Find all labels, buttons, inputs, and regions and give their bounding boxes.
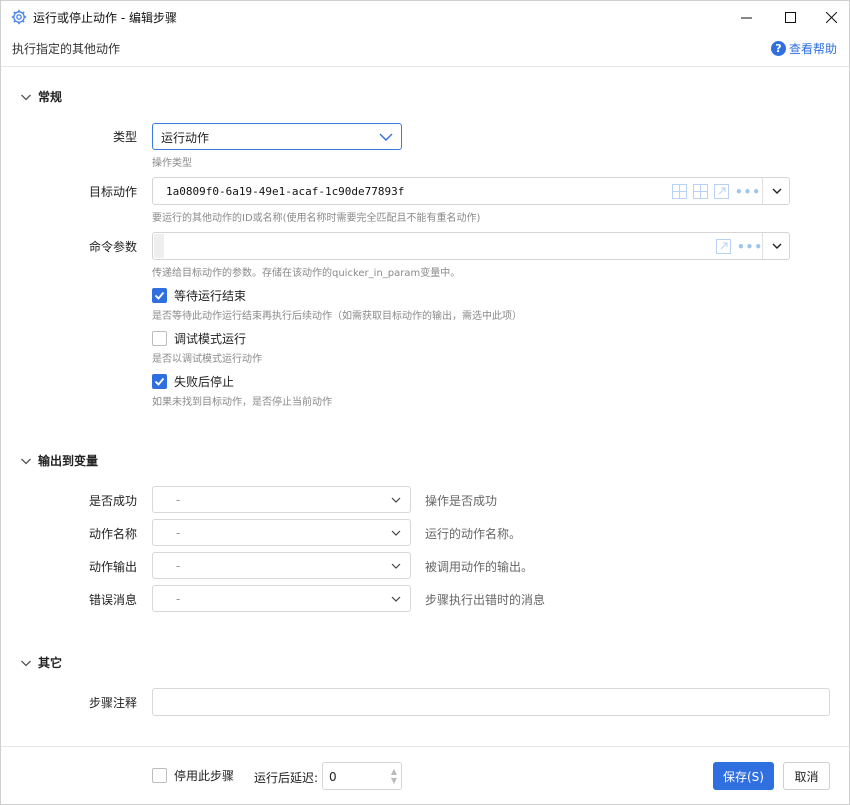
output-desc-name: 运行的动作名称。 — [425, 527, 522, 541]
output-desc-success: 操作是否成功 — [425, 494, 498, 508]
chevron-down-icon — [21, 660, 31, 666]
more-icon[interactable]: ••• — [737, 241, 763, 253]
chevron-down-icon — [391, 530, 401, 536]
output-value: - — [176, 592, 181, 606]
wait-checkbox-row[interactable]: 等待运行结束 — [152, 287, 246, 304]
disable-step-checkbox[interactable] — [152, 768, 167, 783]
disable-step-row[interactable]: 停用此步骤 — [152, 767, 234, 784]
maximize-icon — [784, 11, 796, 23]
params-combo[interactable]: ••• — [152, 232, 790, 260]
params-hint: 传递给目标动作的参数。存储在该动作的quicker_in_param变量中。 — [152, 268, 461, 279]
combo-separator — [762, 178, 763, 204]
output-label-error: 错误消息 — [88, 593, 137, 607]
chevron-down-icon — [379, 133, 393, 141]
close-button[interactable] — [808, 1, 850, 33]
target-action-value: 1a0809f0-6a19-49e1-acaf-1c90de77893f — [166, 185, 405, 198]
type-select-value: 运行动作 — [161, 131, 210, 145]
chevron-down-icon[interactable] — [772, 186, 782, 196]
more-icon[interactable]: ••• — [735, 186, 761, 198]
section-other-header[interactable]: 其它 — [20, 654, 62, 671]
chevron-down-icon — [21, 94, 31, 100]
output-desc-error: 步骤执行出错时的消息 — [425, 593, 546, 607]
delay-label: 运行后延迟: — [254, 771, 319, 785]
type-select[interactable]: 运行动作 — [152, 123, 402, 150]
editor-window: 运行或停止动作 - 编辑步骤 执行指定的其他动作 ? 查看帮助 常规 类型 运行… — [0, 0, 850, 805]
save-button[interactable]: 保存(S) — [713, 762, 774, 790]
chevron-down-icon — [391, 563, 401, 569]
section-output-header[interactable]: 输出到变量 — [20, 452, 98, 469]
output-select-name[interactable]: - — [152, 519, 411, 546]
debug-checkbox-row[interactable]: 调试模式运行 — [152, 330, 246, 347]
target-action-combo[interactable]: 1a0809f0-6a19-49e1-acaf-1c90de77893f ••• — [152, 177, 790, 205]
target-hint: 要运行的其他动作的ID或名称(使用名称时需要完全匹配且不能有重名动作) — [152, 213, 481, 224]
output-select-output[interactable]: - — [152, 552, 411, 579]
debug-label: 调试模式运行 — [174, 332, 247, 346]
chevron-down-icon — [391, 497, 401, 503]
stop-hint: 如果未找到目标动作，是否停止当前动作 — [152, 397, 332, 408]
window-title: 运行或停止动作 - 编辑步骤 — [33, 11, 177, 25]
open-external-icon[interactable] — [714, 184, 729, 199]
footer-divider — [1, 746, 849, 747]
output-label-output: 动作输出 — [88, 560, 137, 574]
delay-stepper[interactable]: 0 ▲ ▼ — [322, 762, 402, 790]
step-note-input[interactable] — [152, 688, 830, 716]
section-general-header[interactable]: 常规 — [20, 88, 62, 105]
chevron-down-icon — [391, 596, 401, 602]
checkmark-icon — [154, 377, 165, 386]
stop-label: 失败后停止 — [174, 375, 235, 389]
stop-checkbox-row[interactable]: 失败后停止 — [152, 373, 234, 390]
section-output-title: 输出到变量 — [38, 454, 99, 468]
disable-step-label: 停用此步骤 — [174, 769, 235, 783]
gear-icon — [11, 9, 27, 25]
type-hint: 操作类型 — [152, 158, 192, 169]
wait-label: 等待运行结束 — [174, 289, 247, 303]
wait-hint: 是否等待此动作运行结束再执行后续动作（如需获取目标动作的输出，需选中此项） — [152, 311, 522, 322]
help-icon: ? — [770, 41, 786, 56]
window-subtitle: 执行指定的其他动作 — [12, 42, 121, 56]
maximize-button[interactable] — [767, 1, 813, 33]
combo-separator — [762, 233, 763, 259]
output-label-name: 动作名称 — [88, 527, 137, 541]
output-desc-output: 被调用动作的输出。 — [425, 560, 534, 574]
output-value: - — [176, 493, 181, 507]
section-general-title: 常规 — [38, 90, 63, 104]
params-label: 命令参数 — [88, 240, 137, 254]
output-select-error[interactable]: - — [152, 585, 411, 612]
help-label: 查看帮助 — [788, 42, 837, 56]
titlebar: 运行或停止动作 - 编辑步骤 — [1, 1, 849, 34]
cancel-button[interactable]: 取消 — [783, 762, 830, 790]
delay-value: 0 — [329, 770, 337, 784]
open-external-icon[interactable] — [716, 239, 731, 254]
note-label: 步骤注释 — [88, 696, 137, 710]
stop-on-fail-checkbox[interactable] — [152, 374, 167, 389]
section-other-title: 其它 — [38, 656, 63, 670]
debug-hint: 是否以调试模式运行动作 — [152, 354, 262, 365]
output-select-success[interactable]: - — [152, 486, 411, 513]
chevron-down-icon[interactable] — [772, 241, 782, 251]
target-label: 目标动作 — [88, 185, 137, 199]
close-icon — [825, 11, 837, 23]
type-label: 类型 — [112, 130, 137, 144]
debug-checkbox[interactable] — [152, 331, 167, 346]
output-value: - — [176, 559, 181, 573]
wait-checkbox[interactable] — [152, 288, 167, 303]
output-label-success: 是否成功 — [88, 494, 137, 508]
checkmark-icon — [154, 291, 165, 300]
grid-select-icon[interactable] — [672, 184, 687, 199]
output-value: - — [176, 526, 181, 540]
spin-arrows-icon[interactable]: ▲ ▼ — [391, 767, 397, 785]
layout-icon[interactable] — [693, 184, 708, 199]
header-divider — [1, 66, 849, 67]
params-gutter — [154, 234, 164, 258]
chevron-down-icon — [21, 458, 31, 464]
help-link[interactable]: ? 查看帮助 — [770, 40, 837, 57]
minimize-button[interactable] — [723, 1, 769, 33]
minimize-icon — [740, 17, 752, 18]
